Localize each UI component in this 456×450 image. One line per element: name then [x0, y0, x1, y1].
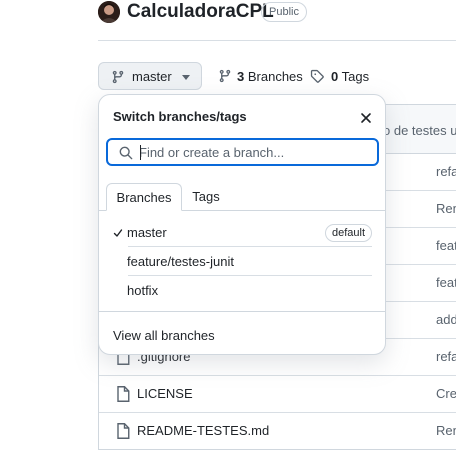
close-icon[interactable]: [357, 109, 375, 127]
tag-icon: [310, 69, 324, 83]
view-all-branches-link[interactable]: View all branches: [113, 328, 215, 343]
branch-name: hotfix: [127, 283, 159, 298]
tab-branches[interactable]: Branches: [106, 183, 182, 211]
repo-owner-avatar[interactable]: [98, 1, 120, 23]
file-icon: [116, 423, 130, 439]
chevron-down-icon: [182, 75, 190, 80]
file-row[interactable]: LICENSE Crea: [99, 375, 456, 413]
file-icon: [116, 386, 130, 402]
branches-count: 3: [237, 69, 245, 84]
check-icon: [113, 228, 123, 238]
tags-link-label: Tags: [341, 69, 370, 84]
commit-message[interactable]: add: [436, 312, 456, 327]
git-branch-icon: [111, 70, 125, 84]
branch-search-field[interactable]: [106, 138, 379, 166]
commit-message[interactable]: refa: [436, 164, 456, 179]
branch-name: master: [127, 225, 167, 240]
branch-item-master[interactable]: master default: [113, 219, 373, 247]
branch-name: feature/testes-junit: [127, 254, 234, 269]
default-branch-badge: default: [325, 224, 373, 242]
branch-select-button[interactable]: master: [98, 62, 202, 90]
repo-name[interactable]: CalculadoraCPL: [127, 0, 274, 24]
branch-divider: [128, 275, 372, 276]
commit-message[interactable]: Ren: [436, 423, 456, 438]
branch-search-input[interactable]: [139, 143, 369, 161]
branch-switcher-dropdown: Switch branches/tags Branches Tags maste…: [98, 94, 386, 355]
branch-divider: [128, 246, 372, 247]
branch-item-feature-testes-junit[interactable]: feature/testes-junit: [113, 248, 373, 276]
tags-count: 0: [331, 69, 339, 84]
tab-tags[interactable]: Tags: [184, 183, 228, 211]
latest-commit-message[interactable]: o de testes ur: [383, 123, 456, 138]
file-row[interactable]: README-TESTES.md Ren: [99, 412, 456, 449]
branches-link-label: Branches: [247, 69, 303, 84]
tags-link[interactable]: 0 Tags: [331, 69, 369, 84]
commit-message[interactable]: Ren: [436, 201, 456, 216]
commit-message[interactable]: feat: [436, 238, 456, 253]
text-cursor: [140, 145, 141, 160]
commit-message[interactable]: feat: [436, 275, 456, 290]
dropdown-title: Switch branches/tags: [113, 109, 247, 124]
file-name[interactable]: LICENSE: [137, 386, 193, 401]
header-divider: [98, 40, 456, 41]
visibility-badge: Public: [261, 2, 307, 22]
footer-divider: [99, 311, 385, 312]
branch-item-hotfix[interactable]: hotfix: [113, 277, 373, 305]
git-branch-icon: [218, 69, 232, 83]
branch-select-label: master: [132, 69, 172, 84]
branches-link[interactable]: 3 Branches: [237, 69, 303, 84]
file-name[interactable]: README-TESTES.md: [137, 423, 269, 438]
commit-message[interactable]: refa: [436, 349, 456, 364]
commit-message[interactable]: Crea: [436, 386, 456, 401]
search-icon: [119, 146, 133, 160]
